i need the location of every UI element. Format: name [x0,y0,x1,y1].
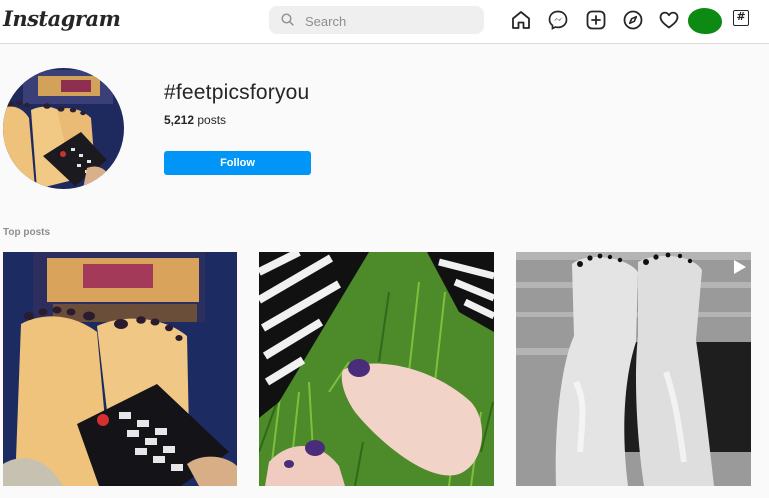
follow-button[interactable]: Follow [164,151,311,175]
search-input[interactable] [303,10,477,32]
top-nav-bar: Instagram # [0,0,769,44]
profile-avatar[interactable] [688,8,722,34]
posts-count: 5,212 posts [164,113,226,127]
posts-count-value: 5,212 [164,113,195,127]
instagram-logo[interactable]: Instagram [3,6,121,31]
hashtag-title: #feetpicsforyou [164,81,310,104]
explore-icon[interactable] [622,9,644,31]
hashtag-icon[interactable]: # [733,10,749,26]
new-post-icon[interactable] [585,9,607,31]
search-box[interactable] [269,6,484,34]
posts-count-label: posts [197,113,227,127]
top-posts-heading: Top posts [3,227,51,238]
hashtag-cover-image [3,68,124,189]
activity-heart-icon[interactable] [658,9,680,31]
top-post-2[interactable] [259,252,494,486]
top-post-1[interactable] [3,252,237,486]
messenger-icon[interactable] [547,9,569,31]
home-icon[interactable] [510,9,532,31]
search-icon [281,13,294,26]
top-post-3[interactable] [516,252,751,486]
